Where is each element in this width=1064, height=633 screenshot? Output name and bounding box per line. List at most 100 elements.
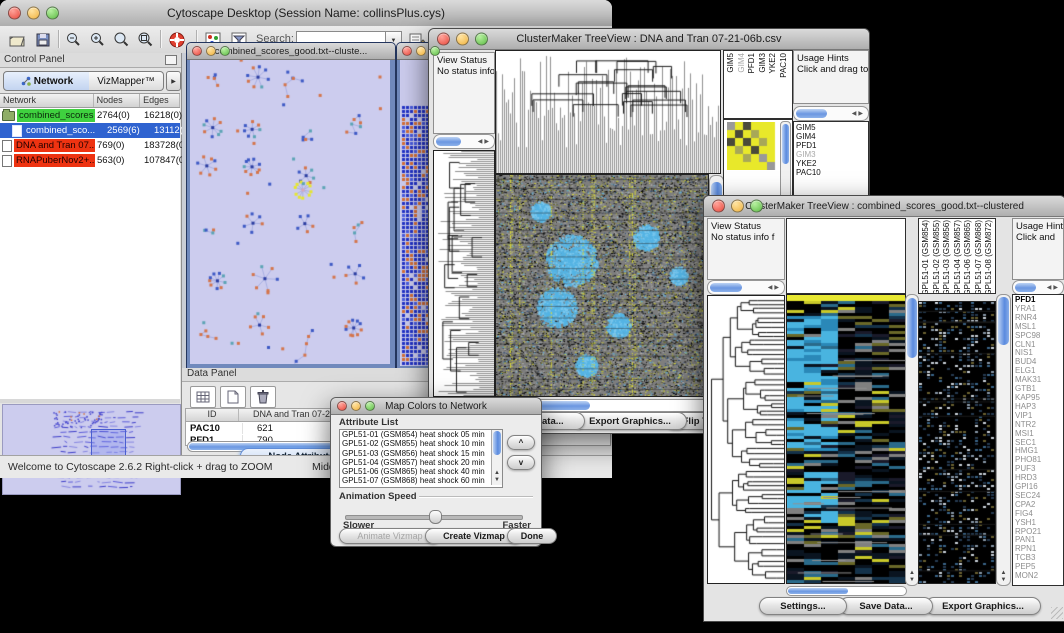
- help-lifering-icon[interactable]: [166, 29, 188, 50]
- panel-splitter[interactable]: [0, 399, 180, 403]
- attribute-item[interactable]: GPL51-07 (GSM868) heat shock 60 min: [340, 476, 490, 485]
- network-nodes: 563(0): [95, 155, 142, 166]
- slider-thumb[interactable]: [429, 510, 442, 524]
- tv2-heatmap2-canvas[interactable]: [918, 301, 996, 584]
- array-label: PFD1: [747, 53, 758, 73]
- document-icon: [2, 155, 12, 167]
- save-icon[interactable]: [32, 29, 54, 50]
- export-graphics-button[interactable]: Export Graphics...: [573, 412, 687, 430]
- minimize-icon[interactable]: [206, 46, 216, 56]
- zoom-in-icon[interactable]: [86, 29, 108, 50]
- minimize-icon[interactable]: [456, 33, 469, 46]
- close-icon[interactable]: [712, 200, 725, 213]
- gene-label[interactable]: YKE2: [794, 159, 868, 168]
- minimize-icon[interactable]: [351, 401, 361, 411]
- tab-network[interactable]: Network: [3, 71, 91, 91]
- close-icon[interactable]: [337, 401, 347, 411]
- tab-vizmapper-label: VizMapper™: [97, 76, 155, 87]
- array-label: GPL51-01 (GSM854): [921, 220, 932, 294]
- network-window-titlebar[interactable]: combined_scores_good.txt--cluste...: [187, 43, 395, 60]
- attribute-item[interactable]: GPL51-06 (GSM865) heat shock 40 min: [340, 467, 490, 476]
- zoom-fit-icon[interactable]: [134, 29, 156, 50]
- close-icon[interactable]: [192, 46, 202, 56]
- network-canvas[interactable]: [190, 60, 390, 364]
- row-id: PAC10: [186, 423, 243, 434]
- gene-label[interactable]: PFD1: [794, 141, 868, 150]
- main-titlebar[interactable]: Cytoscape Desktop (Session Name: collins…: [0, 0, 612, 27]
- delete-attribute-icon[interactable]: [250, 386, 276, 408]
- save-data-button[interactable]: Save Data...: [839, 597, 933, 615]
- tv1-heatmap-canvas[interactable]: [495, 174, 709, 397]
- zoom-window-icon[interactable]: [365, 401, 375, 411]
- network-tab-icon: [21, 76, 31, 86]
- map-colors-dialog: Map Colors to Network Attribute List GPL…: [330, 397, 542, 547]
- attribute-item[interactable]: GPL51-02 (GSM855) heat shock 10 min: [340, 439, 490, 448]
- tab-vizmapper[interactable]: VizMapper™: [89, 71, 164, 91]
- gene-label[interactable]: GIM4: [794, 132, 868, 141]
- attribute-item[interactable]: GPL51-03 (GSM856) heat shock 15 min: [340, 449, 490, 458]
- gene-label[interactable]: GIM5: [794, 123, 868, 132]
- tv2-usage-hints-panel: Usage Hints Click and: [1012, 218, 1064, 280]
- gene-label[interactable]: GIM3: [794, 150, 868, 159]
- tv2-rowtree-canvas[interactable]: [707, 295, 785, 584]
- tv2-viewstatus-scrollbar[interactable]: ◀▶: [707, 280, 785, 295]
- tv1-rowtree-canvas[interactable]: [433, 150, 495, 397]
- zoom-window-icon[interactable]: [750, 200, 763, 213]
- network-table-header[interactable]: Network Nodes Edges: [0, 94, 180, 108]
- tv2-horizontal-scrollbar[interactable]: [786, 586, 907, 596]
- attribute-item[interactable]: GPL51-01 (GSM854) heat shock 05 min: [340, 430, 490, 439]
- tab-overflow-button[interactable]: ▶: [166, 71, 181, 91]
- attribute-list-scrollbar[interactable]: ▲▼: [491, 430, 502, 485]
- tv2-coltree-box: [786, 218, 906, 294]
- array-label: GPL51-04 (GSM857): [953, 220, 964, 294]
- new-attribute-icon[interactable]: [220, 386, 246, 408]
- minimize-icon[interactable]: [416, 46, 426, 56]
- tv2-usage-scrollbar[interactable]: ◀▶: [1012, 280, 1064, 295]
- move-down-button[interactable]: v: [507, 455, 535, 470]
- attribute-item[interactable]: GPL51-04 (GSM857) heat shock 20 min: [340, 458, 490, 467]
- network-row[interactable]: RNAPuberNov2+...563(0)107847(0): [0, 153, 180, 168]
- settings-button[interactable]: Settings...: [759, 597, 847, 615]
- zoom-window-icon[interactable]: [220, 46, 230, 56]
- tv2-vertical-scrollbar-2[interactable]: ▲▼: [996, 294, 1011, 586]
- zoom-out-icon[interactable]: [62, 29, 84, 50]
- open-icon[interactable]: [6, 29, 28, 50]
- treeview2-titlebar[interactable]: ClusterMaker TreeView : combined_scores_…: [704, 196, 1064, 217]
- zoom-window-icon[interactable]: [46, 7, 59, 20]
- tv2-vertical-scrollbar-1[interactable]: ▲▼: [905, 294, 919, 586]
- close-icon[interactable]: [8, 7, 21, 20]
- tv1-matrix-canvas[interactable]: [727, 122, 777, 170]
- column-header-id[interactable]: ID: [186, 409, 239, 421]
- close-icon[interactable]: [402, 46, 412, 56]
- gene-label[interactable]: MON2: [1013, 572, 1063, 581]
- close-icon[interactable]: [437, 33, 450, 46]
- view-status-text: No status info f: [708, 232, 784, 243]
- network-row[interactable]: combined_scores2764(0)16218(0): [0, 108, 180, 123]
- tv2-gene-list: PFD1YRA1RNR4MSL1SPC98CLN1NIS1BUD4ELG1MAK…: [1013, 295, 1063, 581]
- tv1-usage-scrollbar[interactable]: ◀▶: [793, 106, 869, 121]
- float-panel-icon[interactable]: [165, 55, 177, 65]
- move-up-button[interactable]: ^: [507, 435, 535, 450]
- tv1-coltree-canvas[interactable]: [495, 50, 721, 174]
- done-button[interactable]: Done: [507, 528, 557, 544]
- tv2-heatmap-canvas[interactable]: [786, 294, 906, 584]
- minimize-icon[interactable]: [27, 7, 40, 20]
- minimize-icon[interactable]: [731, 200, 744, 213]
- window-title: Cytoscape Desktop (Session Name: collins…: [0, 0, 612, 26]
- document-icon: [12, 125, 22, 137]
- resize-grip[interactable]: [1051, 607, 1063, 619]
- network-row[interactable]: combined_sco...2569(6)13112(15): [0, 123, 180, 138]
- export-graphics-button[interactable]: Export Graphics...: [925, 597, 1041, 615]
- zoom-window-icon[interactable]: [475, 33, 488, 46]
- network-row[interactable]: DNA and Tran 07...769(0)183728(0): [0, 138, 180, 153]
- select-attributes-icon[interactable]: [190, 386, 216, 408]
- treeview1-titlebar[interactable]: ClusterMaker TreeView : DNA and Tran 07-…: [429, 29, 869, 50]
- birdseye-view[interactable]: [2, 404, 181, 495]
- network-table: Network Nodes Edges combined_scores2764(…: [0, 93, 180, 400]
- zoom-window-icon[interactable]: [430, 46, 440, 56]
- gene-label[interactable]: PAC10: [794, 168, 868, 177]
- tv1-viewstatus-scrollbar[interactable]: ◀▶: [433, 134, 495, 149]
- zoom-selected-icon[interactable]: [110, 29, 132, 50]
- dialog-titlebar[interactable]: Map Colors to Network: [331, 398, 541, 415]
- tv1-usage-hints-panel: Usage Hints Click and drag to: [793, 50, 869, 104]
